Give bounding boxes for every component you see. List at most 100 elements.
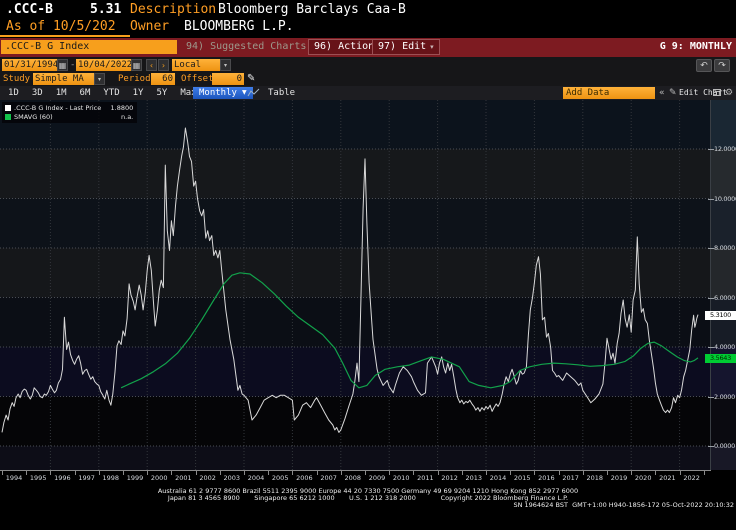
study-select[interactable]: Simple MA [33,73,97,85]
x-axis-year-label: 1999 [123,474,147,482]
y-axis-label: 8.0000 [714,245,736,252]
study-label: Study [3,73,30,85]
tab-range-6m[interactable]: 6M [80,87,91,99]
tab-range-1d[interactable]: 1D [8,87,19,99]
x-axis-year-label: 1994 [2,474,26,482]
chart-band [0,298,710,348]
frequency-select[interactable]: Monthly ▼ [193,87,253,99]
tab-range-1y[interactable]: 1Y [133,87,144,99]
offset-label: Offset [181,73,214,85]
date-from-input[interactable]: 01/31/1994 [2,59,60,71]
tab-range-5y[interactable]: 5Y [156,87,167,99]
function-name-label: G 9: MONTHLY [660,41,732,52]
chart-band [0,199,710,249]
x-axis-year-label: 2006 [292,474,316,482]
menu-bar: .CCC-B G Index 94) Suggested Charts 96) … [0,38,736,57]
y-axis-label: 2.0000 [714,394,736,401]
y-axis[interactable]: 0.0000 2.0000 4.0000 6.0000 8.0000 10.0000 12.… [710,100,736,470]
x-axis-year-label: 2013 [462,474,486,482]
x-axis-year-label: 2001 [171,474,195,482]
x-axis-year-label: 2016 [534,474,558,482]
owner-value: BLOOMBERG L.P. [184,19,294,34]
x-axis-year-label: 2008 [341,474,365,482]
chevron-left-icon[interactable]: ‹ [146,59,157,71]
y-axis-label: 10.0000 [714,196,736,203]
x-axis-year-label: 2003 [220,474,244,482]
tab-range-1m[interactable]: 1M [56,87,67,99]
range-tabs: 1D3D1M6MYTD1Y5YMax [8,87,197,99]
legend-item-smavg[interactable]: SMAVG (60) [5,113,101,121]
caret-down-icon: ▾ [430,40,434,54]
tab-range-ytd[interactable]: YTD [103,87,119,99]
x-axis-year-label: 1998 [99,474,123,482]
x-tick-mark [704,471,705,475]
x-axis-year-label: 1997 [75,474,99,482]
date-to-input[interactable]: 10/04/2022 [76,59,134,71]
x-axis-year-label: 2007 [317,474,341,482]
edit-button[interactable]: 97) Edit ▾ [372,39,440,55]
x-axis-year-label: 2002 [196,474,220,482]
chart-band [0,347,710,397]
x-axis-year-label: 2005 [268,474,292,482]
annotate-pencil-icon[interactable]: ✎ [247,73,255,85]
x-axis-year-label: 1996 [50,474,74,482]
security-input[interactable]: .CCC-B G Index [1,40,177,54]
owner-label: Owner [130,19,169,34]
chart-band [0,248,710,298]
period-label: Period [118,73,151,85]
calendar-icon[interactable]: ▦ [57,59,68,71]
x-axis-year-label: 2012 [438,474,462,482]
caret-down-icon: ▼ [242,87,247,99]
y-axis-band [711,298,736,348]
legend-value-last-price: 1.8800 [101,104,133,112]
y-axis-band [711,100,736,149]
x-axis-year-label: 2015 [510,474,534,482]
x-axis-year-label: 2009 [365,474,389,482]
chevron-right-icon[interactable]: › [158,59,169,71]
pencil-icon[interactable]: ✎ [669,87,677,99]
redo-button[interactable]: ↷ [714,59,730,72]
description-label: Description [130,2,216,17]
x-axis-year-label: 2020 [631,474,655,482]
x-axis-year-label: 2022 [680,474,704,482]
footer-session-info: SN 1964624 BST GMT+1:00 H940-1856-172 05… [0,502,736,509]
x-axis-year-label: 2014 [486,474,510,482]
currency-select[interactable]: Local CCY [172,59,223,71]
caret-down-icon[interactable]: ▾ [94,73,105,85]
caret-down-icon[interactable]: ▾ [220,59,231,71]
range-tab-bar: 1D3D1M6MYTD1Y5YMax Monthly ▼ Table Add D… [0,86,736,100]
period-input[interactable]: 60 [151,73,175,85]
x-axis-year-label: 2017 [559,474,583,482]
description-value: Bloomberg Barclays Caa-B [218,2,406,17]
date-range-dash: - [70,59,75,71]
tab-range-3d[interactable]: 3D [32,87,43,99]
x-axis[interactable]: 1994199519961997199819992000200120022003… [0,470,736,487]
title-bar: .CCC-B 5.31 Description Bloomberg Barcla… [0,0,736,35]
price-chart-plot[interactable] [0,100,710,470]
x-axis-year-label: 2011 [413,474,437,482]
y-axis-band [711,149,736,199]
add-data-input[interactable]: Add Data [563,87,655,99]
x-axis-year-label: 2018 [583,474,607,482]
asof-label: As of 10/5/202 [6,19,116,34]
collapse-panel-icon[interactable]: « [659,87,665,99]
gear-icon[interactable]: ⚙ [725,87,733,99]
y-axis-label: 4.0000 [714,344,736,351]
tab-table[interactable]: Table [268,87,295,99]
y-axis-label: 0.0000 [714,443,736,450]
pop-out-window-icon[interactable] [713,89,721,96]
offset-input[interactable]: 0 [212,73,244,85]
series-swatch-white [5,105,11,111]
security-ticker: .CCC-B [6,2,53,17]
y-axis-label: 6.0000 [714,295,736,302]
y-axis-label: 12.0000 [714,146,736,153]
chart-toolbar: 01/31/1994 ▦ - 10/04/2022 ▦ ‹ › Local CC… [0,57,736,86]
legend-item-last-price[interactable]: .CCC-B G Index - Last Price [5,104,101,112]
calendar-icon[interactable]: ▦ [131,59,142,71]
suggested-charts-button[interactable]: 94) Suggested Charts [186,41,306,52]
undo-button[interactable]: ↶ [696,59,712,72]
line-chart-type-icon[interactable] [247,88,261,98]
x-axis-line [0,470,711,471]
chart-legend: .CCC-B G Index - Last Price 1.8800 SMAVG… [2,102,137,123]
smavg-badge: 3.5643 [705,354,736,363]
